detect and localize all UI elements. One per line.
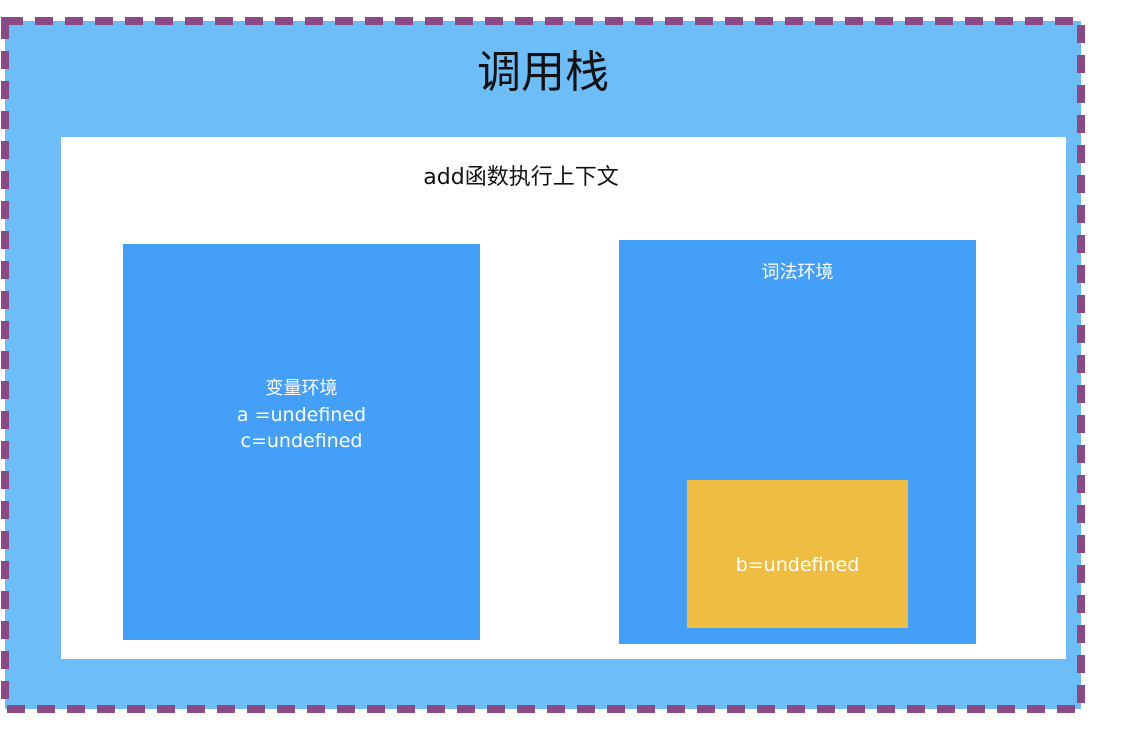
execution-context-title: add函数执行上下文: [423, 165, 619, 190]
variable-a: a =undefined: [236, 404, 367, 426]
variable-b: b=undefined: [735, 554, 860, 576]
call-stack-title: 调用栈: [477, 47, 609, 98]
execution-context-box: add函数执行上下文 变量环境 a =undefined c=undefined…: [61, 137, 1066, 659]
variable-environment-box: 变量环境 a =undefined c=undefined: [123, 244, 480, 640]
lexical-environment-box: 词法环境 b=undefined: [619, 240, 976, 644]
call-stack-box: 调用栈 add函数执行上下文 变量环境 a =undefined c=undef…: [5, 21, 1081, 709]
diagram-canvas: 调用栈 add函数执行上下文 变量环境 a =undefined c=undef…: [0, 0, 1142, 732]
block-scope-box: b=undefined: [687, 480, 908, 628]
variable-environment-title: 变量环境: [265, 378, 338, 399]
variable-c: c=undefined: [240, 430, 363, 452]
lexical-environment-title: 词法环境: [761, 262, 834, 283]
